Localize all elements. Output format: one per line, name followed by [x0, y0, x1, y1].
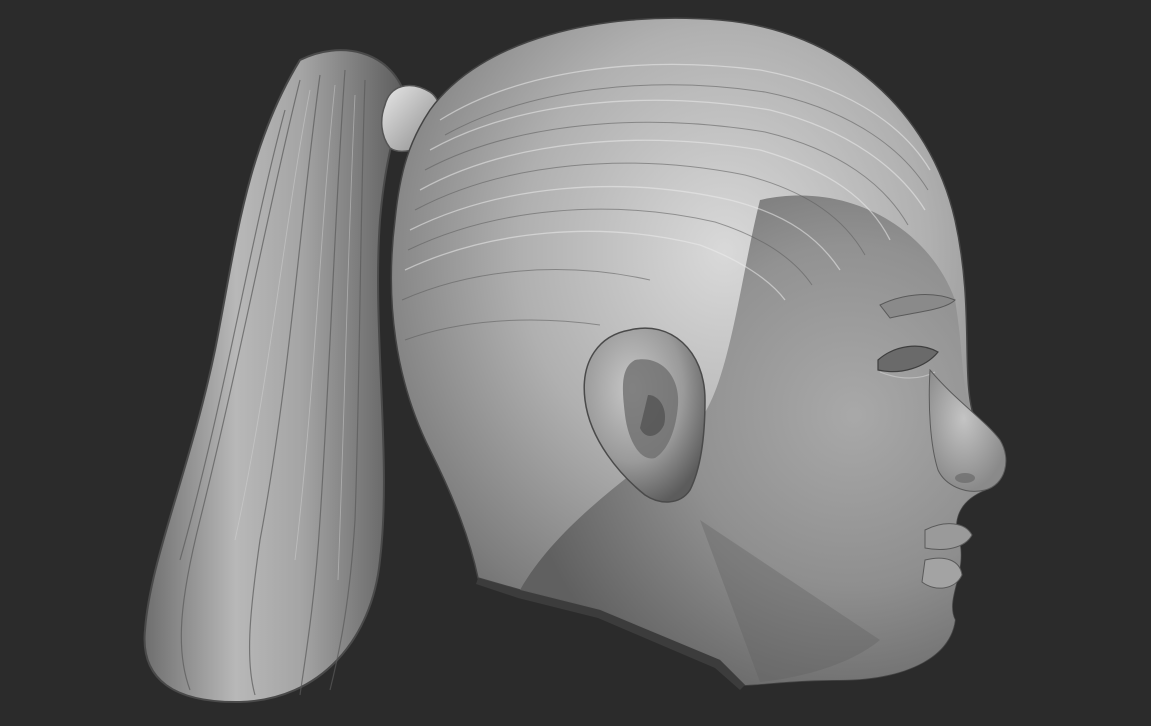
sculpt-render — [0, 0, 1151, 726]
viewport — [0, 0, 1151, 726]
